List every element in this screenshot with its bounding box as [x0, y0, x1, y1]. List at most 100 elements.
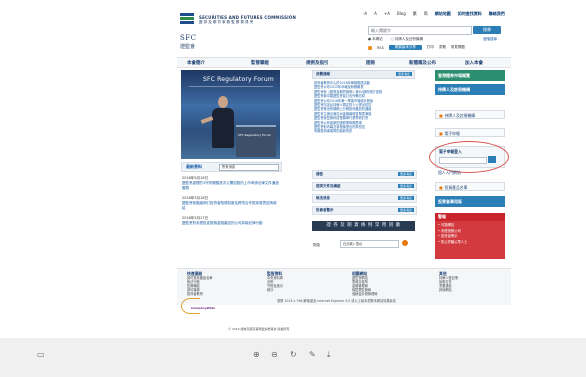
news-item: 2016年5月18日 證監會處理的3宗有關擬首次公開招股的上市申請法律文件通過審…: [182, 176, 279, 191]
share-button[interactable]: 網頁版本分享: [388, 45, 422, 50]
sitemap-link[interactable]: 網站地圖: [435, 11, 451, 17]
nav-consultation[interactable]: 諮詢: [366, 60, 375, 66]
viewer-toolbar: ▭ ⊕ ⊖ ↻ ✎ ⤓: [0, 338, 586, 377]
nav-regulatory[interactable]: 監管職能: [251, 60, 269, 66]
tool-row: RSS 網頁版本分享 打印 書籤 常見問題: [368, 45, 465, 50]
more-link[interactable]: 更多消息: [397, 208, 414, 212]
alert-list: • 可疑網站 • 未經授權公司 • 投資者警示 • 防止詐騙公眾人士: [435, 221, 505, 259]
footer-link[interactable]: 投資者教育: [187, 292, 213, 296]
nav-careers[interactable]: 加入本會: [465, 60, 483, 66]
footer-col-related: 相關網站 證監會網站 香港交易所 金融管理局 保險業監管局 強積金計劃管理局: [352, 272, 378, 297]
collapsed-title: 執法消息: [316, 196, 330, 200]
latest-news-select[interactable]: 所有消息: [219, 164, 279, 171]
rss-icon[interactable]: [368, 45, 372, 50]
collapsed-title: 諮詢文件及總結: [316, 184, 341, 188]
search-button[interactable]: 搜尋: [473, 26, 501, 34]
podium-label: SFC Regulatory Forum: [238, 133, 272, 137]
edit-icon[interactable]: ✎: [309, 350, 316, 359]
nav-news[interactable]: 新聞稿及公布: [409, 60, 436, 66]
latest-news-bar: 最新資料 所有消息: [181, 162, 282, 172]
sidebar-toggle-icon[interactable]: ▭: [37, 350, 45, 359]
speaker-head: [218, 96, 228, 108]
font-larger-link[interactable]: +A: [384, 11, 390, 17]
font-smaller-link[interactable]: -A: [363, 11, 367, 17]
investment-products-link[interactable]: ■ 投資產品名單: [435, 182, 505, 191]
blog-link[interactable]: Blog: [397, 11, 406, 17]
more-link[interactable]: 更多消息: [397, 172, 414, 176]
scope-licensee-radio[interactable]: ○ 持牌人及註冊機構: [391, 37, 423, 42]
glossary-banner[interactable]: 證 券 及 期 貨 條 例 常 用 詞 彙: [312, 221, 415, 231]
top-utility-nav: -A A +A Blog 繁 简 網站地圖 如何查找資料 聯絡我們: [363, 11, 505, 17]
licensee-button[interactable]: 持牌人及註冊機構: [435, 84, 505, 95]
faq-link[interactable]: 常見問題: [451, 45, 465, 50]
copyright: © 2016 證券及期貨事務監察委員會 版權所有: [228, 327, 290, 331]
e-filing-link[interactable]: ■ 電子申報: [435, 128, 505, 137]
lang-simp-link[interactable]: 简: [424, 11, 428, 17]
arrow-icon: ■: [439, 131, 443, 136]
news-link[interactable]: 證監會對未經批准推銷金融產品的公司採取紀律行動: [182, 221, 279, 226]
arrow-icon: ■: [439, 185, 443, 190]
collapsed-section[interactable]: 投資者警示 更多消息: [312, 206, 417, 215]
browser-note: 瀏覽 1024 x 768 解像度及 Internet Explorer 9.0…: [277, 299, 396, 303]
investment-products-label: 投資產品名單: [444, 185, 468, 190]
more-link[interactable]: 更多消息: [397, 184, 414, 188]
sfc-logo-icon[interactable]: [180, 13, 194, 27]
scope-site-radio[interactable]: ● 本網站: [368, 37, 383, 42]
search-scope: ● 本網站 ○ 持牌人及註冊機構: [368, 37, 423, 42]
main-nav: 本會簡介 監管職能 規例及指引 諮詢 新聞稿及公布 加入本會: [177, 57, 511, 68]
logo-text: CompanyWide: [191, 306, 216, 310]
glossary-search-input[interactable]: 在此輸入搜尋: [340, 240, 399, 248]
bookmark-link[interactable]: 書籤: [439, 45, 446, 50]
go-icon[interactable]: [402, 240, 408, 246]
banner-title: SFC Regulatory Forum: [203, 76, 274, 83]
sfc-abbr: SFC: [180, 34, 197, 42]
banner-divider: [189, 86, 273, 87]
caring-company-logo: CompanyWide: [181, 298, 216, 314]
alert-item[interactable]: • 防止詐騙公眾人士: [438, 240, 502, 246]
sfc-abbr-zh: 證監會: [180, 44, 196, 50]
latest-news-title: 最新資料: [186, 164, 202, 169]
footer-col-quick-links: 快速連結 認可投資產品名單 執法行動 監管職能 認可機構 投資者教育: [187, 272, 213, 297]
how-to-find-link[interactable]: 如何查找資料: [458, 11, 482, 17]
zoom-in-icon[interactable]: ⊕: [253, 350, 260, 359]
collapsed-section[interactable]: 通告 更多消息: [312, 170, 417, 179]
download-icon[interactable]: ⤓: [327, 350, 331, 360]
print-link[interactable]: 打印: [427, 45, 434, 50]
sfc-page: SECURITIES AND FUTURES COMMISSION 證 券 及 …: [177, 6, 511, 314]
news-link[interactable]: 證監會就擬議修訂投資者賠償制度及跨境合作框架發表諮詢總結: [182, 201, 279, 211]
personal-portal-link[interactable]: 個人入門網站: [438, 170, 461, 176]
licensee-link-label: 持牌人及註冊機構: [444, 113, 475, 118]
investor-zone-button[interactable]: 投資者專用區: [435, 196, 505, 207]
rss-link[interactable]: RSS: [377, 46, 384, 50]
contact-link[interactable]: 聯絡我們: [489, 11, 505, 17]
more-link[interactable]: 更多消息: [395, 72, 412, 76]
middle-list: 投資者教育中心於2016年舉辦推廣活動 證監會公布2015年年報及財務報表 證監…: [312, 81, 415, 134]
search-input[interactable]: 輸入關鍵字: [368, 26, 472, 35]
list-item[interactable]: 有關投資者保障的最新資訊: [312, 129, 415, 133]
licensee-link[interactable]: ■ 持牌人及註冊機構: [435, 110, 505, 119]
middle-column: 消費通報 更多消息 投資者教育中心於2016年舉辦推廣活動 證監會公布2015年…: [312, 70, 417, 248]
advanced-search-link[interactable]: 進階搜尋: [483, 37, 497, 42]
more-link[interactable]: 更多消息: [397, 196, 414, 200]
glossary-label: 詞彙: [313, 243, 320, 247]
footer-link[interactable]: 統計: [267, 288, 283, 292]
collapsed-title: 投資者警示: [316, 208, 334, 212]
lang-trad-link[interactable]: 繁: [413, 11, 417, 17]
section-header: 消費通報 更多消息: [312, 70, 415, 79]
nav-rules[interactable]: 規例及指引: [306, 60, 329, 66]
news-link[interactable]: 證監會處理的3宗有關擬首次公開招股的上市申請法律文件通過審閱: [182, 181, 279, 191]
collapsed-section[interactable]: 執法消息 更多消息: [312, 194, 417, 203]
footer-link[interactable]: 強積金計劃管理局: [352, 292, 378, 296]
forum-banner[interactable]: SFC Regulatory Forum SFC Regulatory Foru…: [181, 70, 280, 159]
rotate-icon[interactable]: ↻: [290, 350, 297, 359]
zoom-out-icon[interactable]: ⊖: [271, 350, 278, 359]
nav-about[interactable]: 本會簡介: [187, 60, 205, 66]
section-title: 消費通報: [316, 72, 330, 76]
news-item: 2016年5月18日 證監會就擬議修訂投資者賠償制度及跨境合作框架發表諮詢總結: [182, 196, 279, 211]
collapsed-section[interactable]: 諮詢文件及總結 更多消息: [312, 182, 417, 191]
font-normal-link[interactable]: A: [374, 11, 377, 17]
footer-link[interactable]: 其他網站: [439, 288, 458, 292]
footer-col-regulatory: 監管資料 中央資料庫 法例 守則及指引 統計: [267, 272, 283, 293]
market-overview-button[interactable]: 香港證券市場概覽: [435, 70, 505, 81]
highlight-oval: [429, 141, 509, 173]
